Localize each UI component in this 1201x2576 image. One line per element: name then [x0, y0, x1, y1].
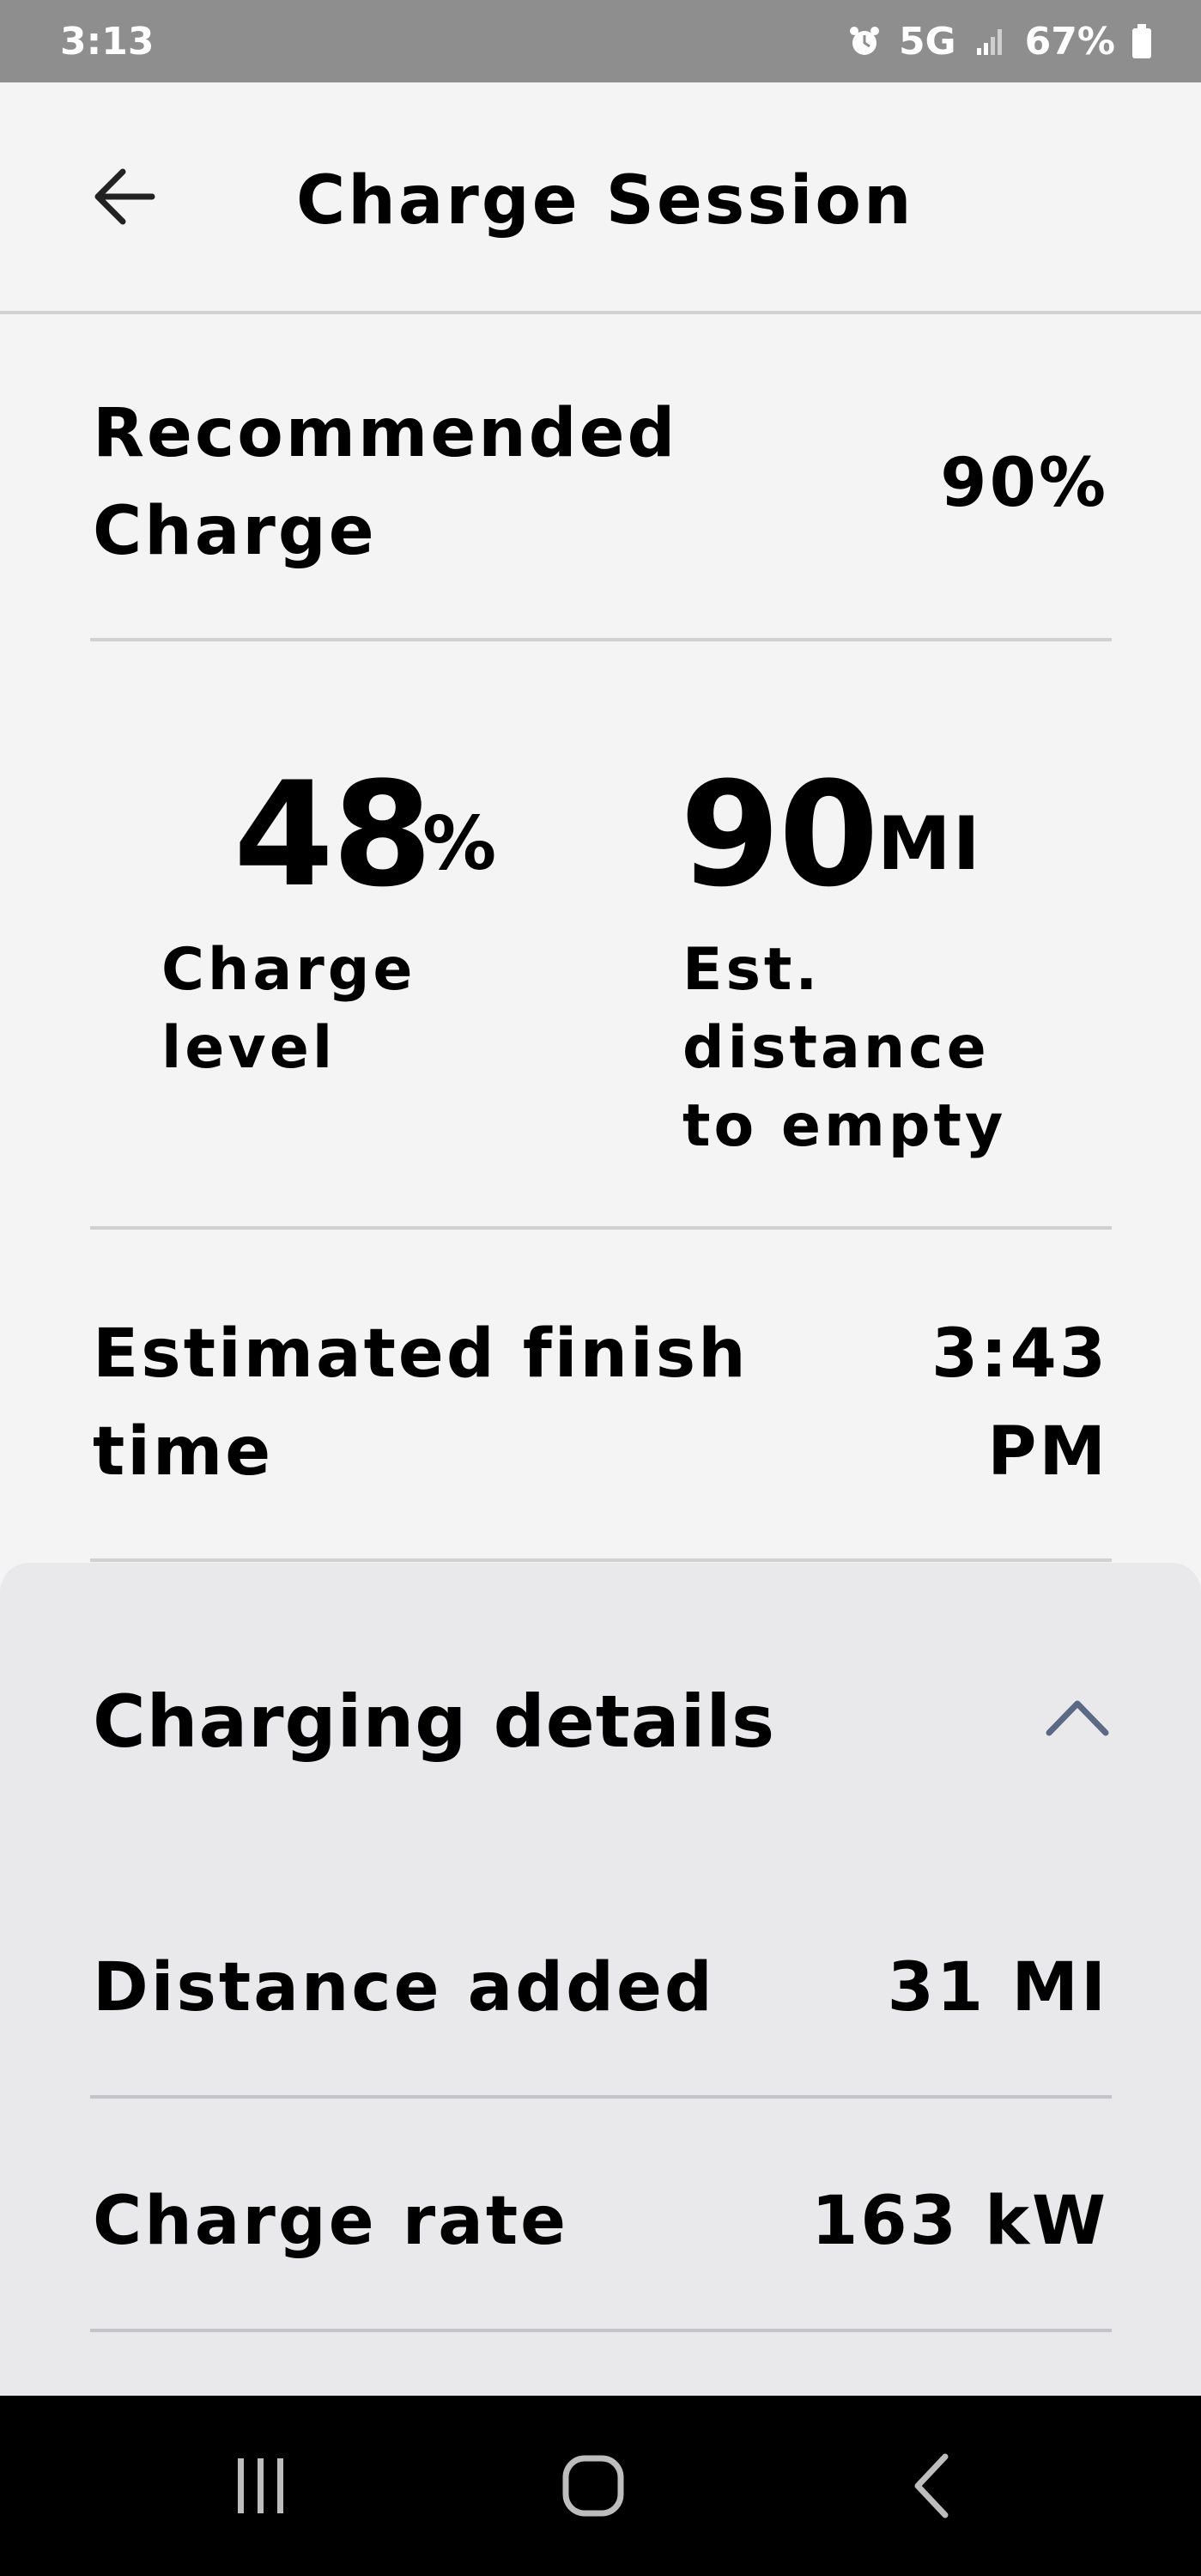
page-title: Charge Session — [296, 162, 914, 240]
finish-time-label-line2: time — [93, 1413, 274, 1491]
finish-time-value-line2: PM — [987, 1413, 1108, 1491]
divider — [90, 1558, 1112, 1562]
collapse-details-button[interactable] — [1039, 1683, 1116, 1752]
chevron-up-icon — [1046, 1700, 1109, 1736]
recommended-charge-label-line1: Recommended — [93, 395, 678, 472]
divider — [90, 2329, 1112, 2332]
finish-time-label: Estimated finish time — [93, 1305, 749, 1501]
home-icon — [562, 2455, 624, 2517]
arrow-left-icon — [94, 168, 155, 225]
battery-percent: 67% — [1024, 19, 1115, 64]
charge-level-caption-line1: Charge — [161, 936, 416, 1004]
battery-icon — [1132, 24, 1151, 58]
distance-added-label: Distance added — [93, 1949, 715, 2026]
recommended-charge-label: Recommended Charge — [93, 385, 677, 580]
finish-time-label-line1: Estimated finish — [93, 1315, 749, 1393]
distance-caption-line3: to empty — [682, 1092, 1007, 1160]
back-icon — [914, 2453, 949, 2518]
distance-caption-line2: distance — [682, 1014, 990, 1082]
distance-added-value: 31 MI — [887, 1949, 1108, 2026]
recent-apps-button[interactable] — [213, 2447, 307, 2524]
status-bar: 3:13 5G 67% — [0, 0, 1201, 82]
finish-time-value: 3:43 PM — [931, 1305, 1108, 1501]
home-button[interactable] — [546, 2447, 640, 2524]
system-back-button[interactable] — [886, 2447, 980, 2524]
system-nav-bar — [0, 2396, 1201, 2576]
signal-icon — [976, 29, 1002, 55]
status-time: 3:13 — [60, 19, 155, 64]
divider — [90, 1226, 1112, 1230]
recommended-charge-value: 90% — [940, 445, 1108, 522]
app-header: Charge Session — [0, 82, 1201, 314]
distance-to-empty-caption: Est. distance to empty — [682, 931, 1006, 1165]
alarm-icon — [849, 27, 879, 55]
charging-details-title[interactable]: Charging details — [93, 1674, 775, 1769]
charge-level-caption: Charge level — [161, 931, 416, 1087]
charge-level-value: 48 — [234, 750, 433, 919]
divider — [90, 2095, 1112, 2099]
network-type: 5G — [898, 19, 956, 64]
back-button[interactable] — [86, 158, 163, 235]
recommended-charge-label-line2: Charge — [93, 493, 377, 570]
recent-apps-icon — [238, 2458, 283, 2513]
finish-time-value-line1: 3:43 — [931, 1315, 1108, 1393]
distance-to-empty-value: 90 — [680, 750, 879, 919]
charge-level-caption-line2: level — [161, 1014, 337, 1082]
divider — [90, 638, 1112, 641]
distance-to-empty-unit: MI — [877, 801, 982, 887]
charge-rate-value: 163 kW — [811, 2183, 1108, 2260]
distance-caption-line1: Est. — [682, 936, 822, 1004]
charge-level-unit: % — [422, 801, 499, 887]
status-icons: 5G 67% — [847, 20, 1151, 64]
charge-rate-label: Charge rate — [93, 2183, 569, 2260]
